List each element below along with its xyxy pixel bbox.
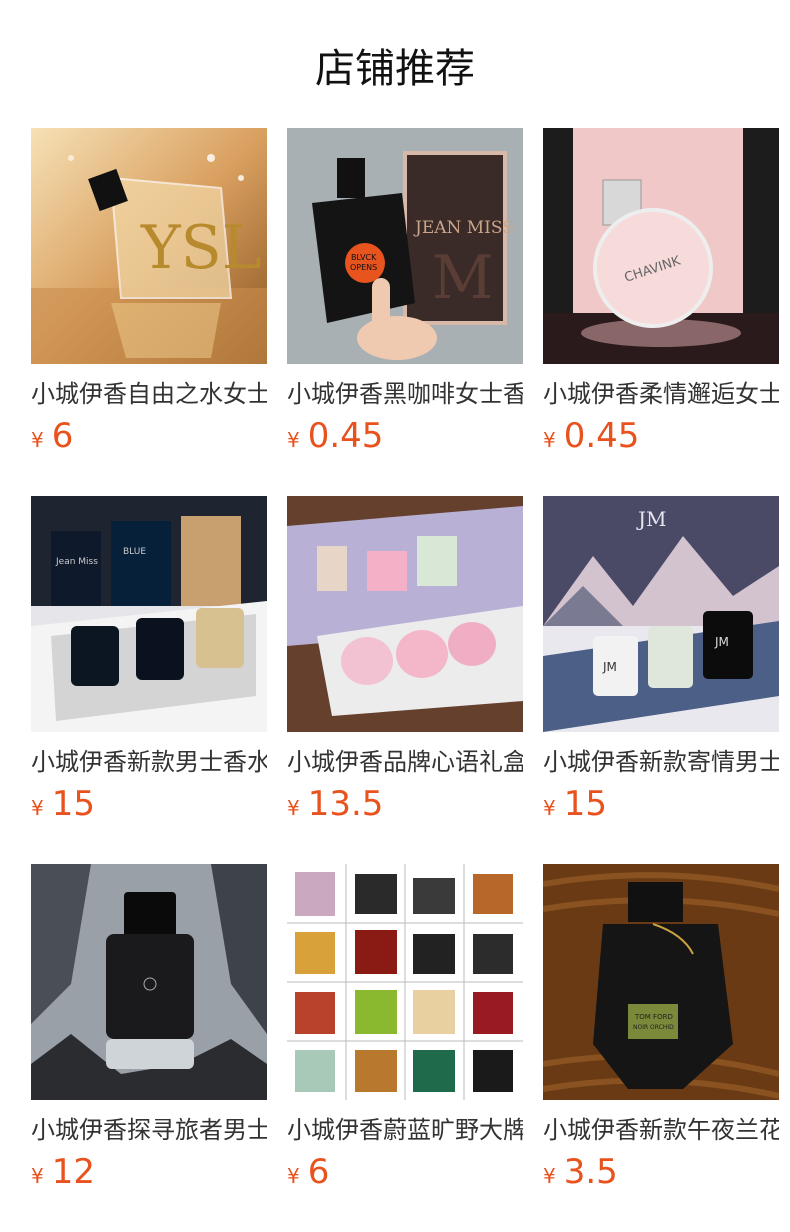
price-value: 0.45 <box>563 416 640 456</box>
product-card[interactable]: Jean Miss BLUE 小城伊香新款男士香水礼盒 ¥15 <box>31 496 267 824</box>
product-price: ¥3.5 <box>543 1152 779 1192</box>
product-card[interactable]: 小城伊香蔚蓝旷野大牌香水 ¥6 <box>287 864 523 1192</box>
currency-symbol: ¥ <box>287 796 300 820</box>
product-name[interactable]: 小城伊香自由之水女士香水 <box>31 378 267 410</box>
product-card[interactable]: CHAVINK 小城伊香柔情邂逅女士香水 ¥0.45 <box>543 128 779 456</box>
svg-text:BLVCK: BLVCK <box>351 253 377 262</box>
currency-symbol: ¥ <box>31 1164 44 1188</box>
svg-text:YSL: YSL <box>140 213 262 283</box>
product-image-black-bottle[interactable]: JEAN MISS M BLVCK OPENS <box>287 128 523 364</box>
product-name[interactable]: 小城伊香黑咖啡女士香水 <box>287 378 523 410</box>
price-value: 12 <box>51 1152 95 1192</box>
product-image-pink-bottle[interactable]: CHAVINK <box>543 128 779 364</box>
svg-text:JM: JM <box>602 660 617 674</box>
svg-text:Jean Miss: Jean Miss <box>55 557 98 567</box>
price-value: 6 <box>307 1152 330 1192</box>
product-name[interactable]: 小城伊香蔚蓝旷野大牌香水 <box>287 1114 523 1146</box>
currency-symbol: ¥ <box>31 796 44 820</box>
product-card[interactable]: JM JM JM 小城伊香新款寄情男士香水 ¥15 <box>543 496 779 824</box>
svg-text:BLUE: BLUE <box>123 547 146 557</box>
currency-symbol: ¥ <box>287 428 300 452</box>
product-price: ¥12 <box>31 1152 267 1192</box>
svg-text:OPENS: OPENS <box>350 263 377 272</box>
price-value: 0.45 <box>307 416 384 456</box>
product-card[interactable]: YSL 小城伊香自由之水女士香水 ¥6 <box>31 128 267 456</box>
product-name[interactable]: 小城伊香新款寄情男士香水 <box>543 746 779 778</box>
product-name[interactable]: 小城伊香新款男士香水礼盒 <box>31 746 267 778</box>
currency-symbol: ¥ <box>543 428 556 452</box>
currency-symbol: ¥ <box>31 428 44 452</box>
page-title: 店铺推荐 <box>315 46 475 92</box>
svg-text:JM: JM <box>714 635 729 649</box>
product-price: ¥13.5 <box>287 784 523 824</box>
product-image-black-orchid-bottle[interactable]: TOM FORD NOIR ORCHID <box>543 864 779 1100</box>
product-image-mountain-gift-box[interactable]: JM JM JM <box>543 496 779 732</box>
product-image-pink-gift-box[interactable] <box>287 496 523 732</box>
product-name[interactable]: 小城伊香探寻旅者男士香水 <box>31 1114 267 1146</box>
svg-text:TOM FORD: TOM FORD <box>634 1013 673 1021</box>
product-card[interactable]: 小城伊香品牌心语礼盒香水 ¥13.5 <box>287 496 523 824</box>
price-value: 13.5 <box>307 784 384 824</box>
product-card[interactable]: JEAN MISS M BLVCK OPENS 小城伊香黑咖啡女士香水 ¥0.4… <box>287 128 523 456</box>
product-price: ¥6 <box>31 416 267 456</box>
price-value: 6 <box>51 416 74 456</box>
price-value: 15 <box>563 784 607 824</box>
product-price: ¥6 <box>287 1152 523 1192</box>
svg-text:M: M <box>432 243 493 313</box>
price-value: 3.5 <box>563 1152 618 1192</box>
product-image-explorer-bottle[interactable] <box>31 864 267 1100</box>
product-card[interactable]: 小城伊香探寻旅者男士香水 ¥12 <box>31 864 267 1192</box>
price-value: 15 <box>51 784 95 824</box>
product-name[interactable]: 小城伊香新款午夜兰花香水 <box>543 1114 779 1146</box>
product-price: ¥0.45 <box>543 416 779 456</box>
product-price: ¥15 <box>543 784 779 824</box>
product-image-amber-bottle[interactable]: YSL <box>31 128 267 364</box>
currency-symbol: ¥ <box>543 796 556 820</box>
product-name[interactable]: 小城伊香品牌心语礼盒香水 <box>287 746 523 778</box>
product-price: ¥15 <box>31 784 267 824</box>
product-card[interactable]: TOM FORD NOIR ORCHID 小城伊香新款午夜兰花香水 ¥3.5 <box>543 864 779 1192</box>
svg-text:JM: JM <box>636 507 667 531</box>
product-price: ¥0.45 <box>287 416 523 456</box>
svg-text:NOIR ORCHID: NOIR ORCHID <box>633 1024 674 1031</box>
product-image-perfume-collage[interactable] <box>287 864 523 1100</box>
product-image-mens-gift-box[interactable]: Jean Miss BLUE <box>31 496 267 732</box>
currency-symbol: ¥ <box>543 1164 556 1188</box>
svg-text:JEAN MISS: JEAN MISS <box>413 218 514 238</box>
product-name[interactable]: 小城伊香柔情邂逅女士香水 <box>543 378 779 410</box>
currency-symbol: ¥ <box>287 1164 300 1188</box>
